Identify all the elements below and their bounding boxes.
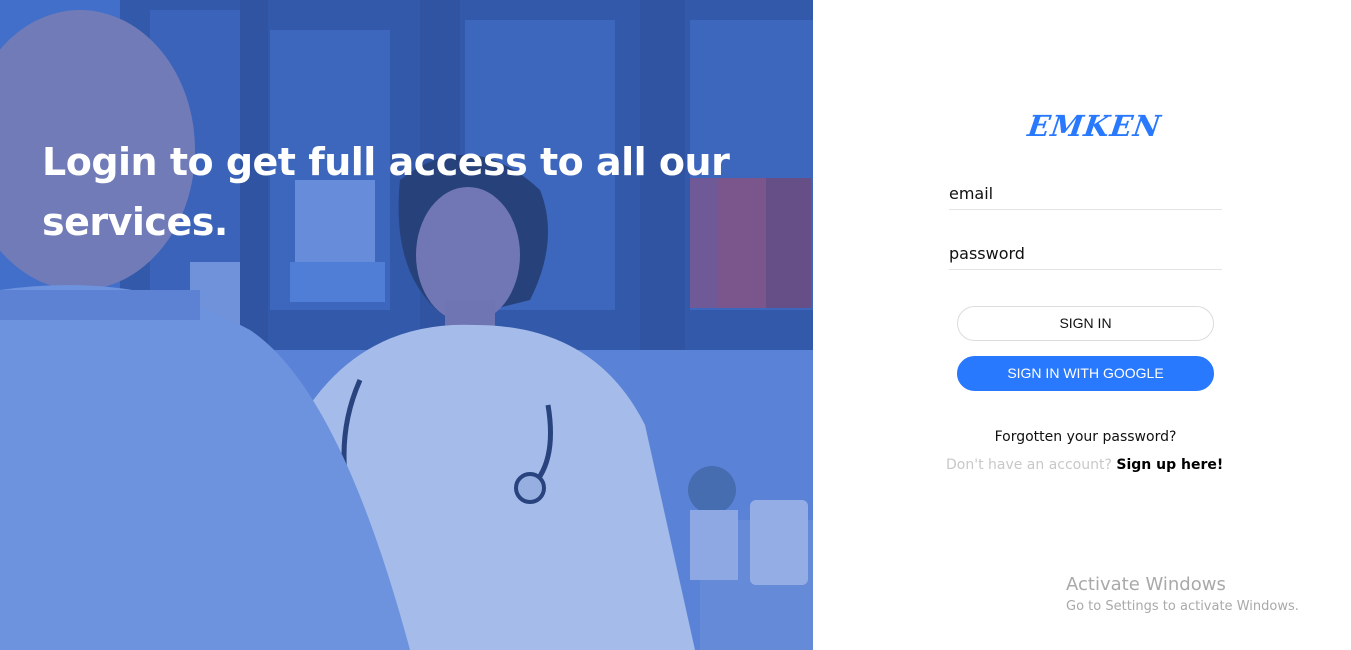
email-input[interactable] xyxy=(949,178,1222,208)
forgot-password-link[interactable]: Forgotten your password? xyxy=(813,429,1351,445)
windows-activation-watermark: Activate Windows Go to Settings to activ… xyxy=(1066,574,1299,617)
login-panel: EMKEN SIGN IN SIGN IN WITH GOOGLE Forgot… xyxy=(813,0,1351,650)
sign-in-button[interactable]: SIGN IN xyxy=(957,306,1214,341)
password-input[interactable] xyxy=(949,238,1222,268)
signup-prompt-text: Don't have an account? xyxy=(946,457,1112,473)
watermark-title: Activate Windows xyxy=(1066,574,1226,595)
sign-in-with-google-button[interactable]: SIGN IN WITH GOOGLE xyxy=(957,356,1214,391)
watermark-subtitle: Go to Settings to activate Windows. xyxy=(1066,599,1299,614)
signup-prompt-line: Don't have an account? Sign up here! xyxy=(946,457,1223,473)
signup-link[interactable]: Sign up here! xyxy=(1116,457,1223,473)
brand-logo: EMKEN xyxy=(1025,109,1164,143)
hero-headline: Login to get full access to all our serv… xyxy=(42,140,730,244)
hero-panel: Login to get full access to all our serv… xyxy=(0,0,813,650)
password-field-wrapper xyxy=(949,238,1222,270)
hero-background-image xyxy=(0,0,813,650)
email-field-wrapper xyxy=(949,178,1222,210)
